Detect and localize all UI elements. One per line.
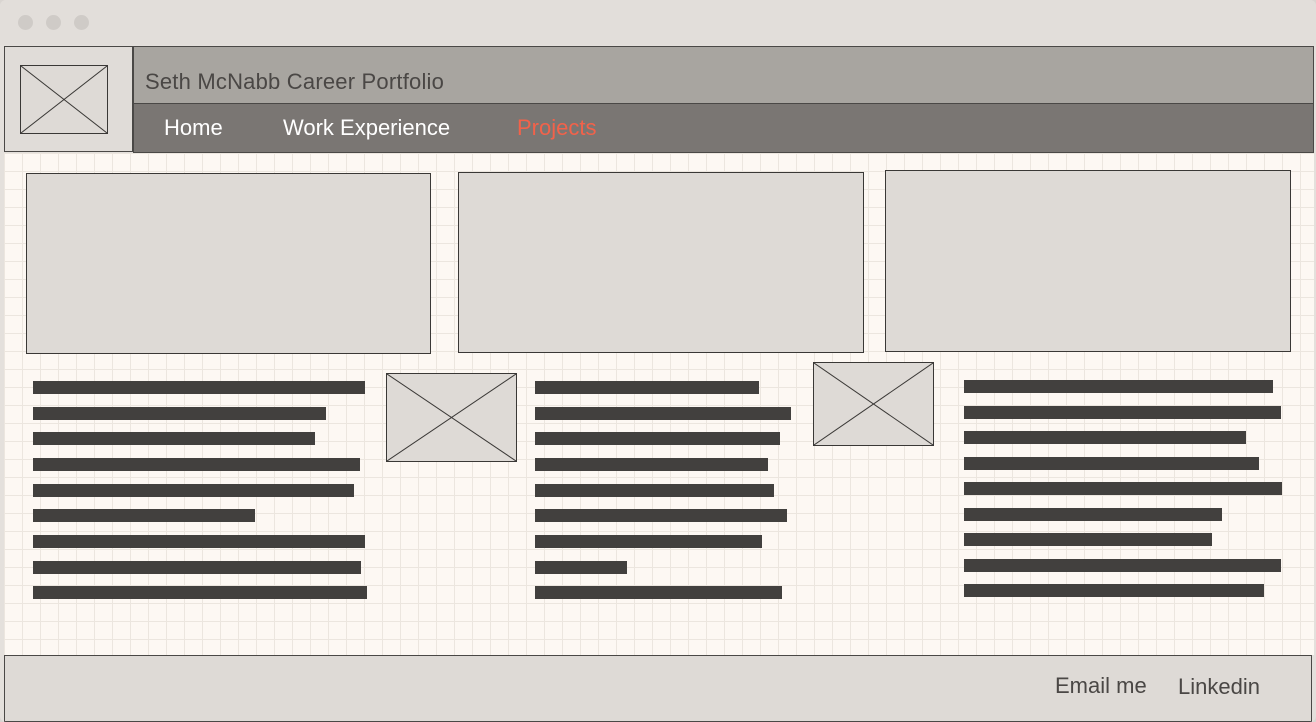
text-line-placeholder — [535, 432, 780, 445]
text-line-placeholder — [964, 533, 1212, 546]
browser-window: Seth McNabb Career Portfolio Home Work E… — [0, 0, 1316, 722]
text-line-placeholder — [535, 535, 762, 548]
text-line-placeholder — [33, 432, 315, 445]
text-line-placeholder — [964, 406, 1281, 419]
text-line-placeholder — [964, 508, 1222, 521]
site-footer: Email me Linkedin — [4, 655, 1312, 722]
project-card-image-2[interactable] — [458, 172, 864, 353]
site-header: Seth McNabb Career Portfolio — [133, 46, 1314, 104]
project-card-image-1[interactable] — [26, 173, 431, 354]
content-area — [4, 153, 1314, 655]
text-line-placeholder — [33, 535, 365, 548]
text-line-placeholder — [535, 484, 774, 497]
linkedin-link[interactable]: Linkedin — [1178, 674, 1260, 700]
nav-bar: Home Work Experience Projects — [133, 103, 1314, 153]
minimize-dot[interactable] — [46, 15, 61, 30]
text-line-placeholder — [535, 407, 791, 420]
nav-item-work-experience[interactable]: Work Experience — [283, 115, 450, 141]
page-title: Seth McNabb Career Portfolio — [145, 69, 445, 94]
text-line-placeholder — [33, 586, 367, 599]
text-line-placeholder — [535, 586, 782, 599]
text-line-placeholder — [964, 380, 1273, 393]
text-line-placeholder — [33, 484, 354, 497]
zoom-dot[interactable] — [74, 15, 89, 30]
text-line-placeholder — [535, 381, 759, 394]
text-line-placeholder — [964, 584, 1264, 597]
window-titlebar — [0, 0, 1316, 45]
text-line-placeholder — [33, 458, 360, 471]
email-link[interactable]: Email me — [1055, 673, 1147, 699]
image-placeholder-icon — [386, 373, 517, 462]
nav-item-home[interactable]: Home — [164, 115, 223, 141]
text-line-placeholder — [964, 457, 1259, 470]
text-line-placeholder — [535, 458, 768, 471]
text-line-placeholder — [964, 482, 1282, 495]
image-placeholder-icon — [813, 362, 934, 446]
text-line-placeholder — [964, 559, 1281, 572]
close-dot[interactable] — [18, 15, 33, 30]
text-line-placeholder — [33, 381, 365, 394]
text-line-placeholder — [33, 561, 361, 574]
logo-container — [4, 46, 133, 152]
text-line-placeholder — [535, 509, 787, 522]
nav-item-projects[interactable]: Projects — [517, 115, 596, 141]
text-line-placeholder — [33, 407, 326, 420]
text-line-placeholder — [964, 431, 1246, 444]
text-line-placeholder — [33, 509, 255, 522]
text-line-placeholder — [535, 561, 627, 574]
image-placeholder-icon — [20, 65, 108, 134]
project-card-image-3[interactable] — [885, 170, 1291, 352]
